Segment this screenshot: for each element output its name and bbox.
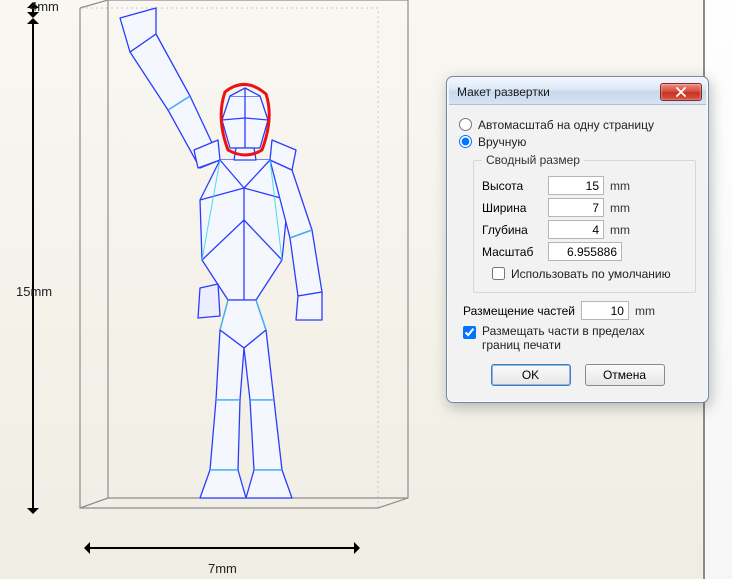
use-default-row[interactable]: Использовать по умолчанию — [492, 267, 687, 281]
size-group-legend: Сводный размер — [482, 153, 584, 167]
height-row: Высота mm — [482, 176, 687, 195]
viewport-3d[interactable]: 15mm 4mm 7mm — [0, 0, 732, 579]
depth-input[interactable] — [548, 220, 604, 239]
height-dimension-label: 15mm — [16, 284, 52, 299]
use-default-label: Использовать по умолчанию — [511, 267, 671, 281]
width-input[interactable] — [548, 198, 604, 217]
radio-autoscale[interactable] — [459, 118, 472, 131]
dialog-title: Макет развертки — [457, 85, 550, 99]
height-label: Высота — [482, 179, 542, 193]
fit-in-bounds-checkbox[interactable] — [463, 326, 476, 339]
height-arrow — [32, 22, 34, 510]
depth-dimension-label: 4mm — [30, 0, 59, 14]
height-input[interactable] — [548, 176, 604, 195]
fit-in-bounds-label: Размещать части в пределах границ печати — [482, 324, 662, 352]
width-row: Ширина mm — [482, 198, 687, 217]
part-spacing-input[interactable] — [581, 301, 629, 320]
fit-in-bounds-row[interactable]: Размещать части в пределах границ печати — [463, 324, 696, 352]
part-spacing-unit: mm — [635, 304, 659, 318]
radio-manual[interactable] — [459, 135, 472, 148]
close-icon — [675, 87, 687, 97]
width-unit: mm — [610, 201, 634, 215]
scale-input[interactable] — [548, 242, 622, 261]
depth-row: Глубина mm — [482, 220, 687, 239]
size-group: Сводный размер Высота mm Ширина mm Глуби… — [473, 153, 696, 293]
dialog-button-row: OK Отмена — [459, 364, 696, 386]
dialog-body: Автомасштаб на одну страницу Вручную Сво… — [451, 111, 704, 398]
unfold-layout-dialog: Макет развертки Автомасштаб на одну стра… — [446, 76, 709, 403]
close-button[interactable] — [660, 83, 702, 101]
depth-label: Глубина — [482, 223, 542, 237]
radio-autoscale-row[interactable]: Автомасштаб на одну страницу — [459, 118, 696, 132]
radio-autoscale-label: Автомасштаб на одну страницу — [478, 118, 654, 132]
part-spacing-row: Размещение частей mm — [463, 301, 696, 320]
scale-label: Масштаб — [482, 245, 542, 259]
width-label: Ширина — [482, 201, 542, 215]
use-default-checkbox[interactable] — [492, 267, 505, 280]
ok-button[interactable]: OK — [491, 364, 571, 386]
height-unit: mm — [610, 179, 634, 193]
scale-row: Масштаб — [482, 242, 687, 261]
depth-unit: mm — [610, 223, 634, 237]
cancel-button[interactable]: Отмена — [585, 364, 665, 386]
dialog-titlebar[interactable]: Макет развертки — [449, 79, 706, 105]
width-dimension-label: 7mm — [208, 561, 237, 576]
part-spacing-label: Размещение частей — [463, 304, 575, 318]
model-wireframe[interactable] — [60, 0, 420, 560]
radio-manual-label: Вручную — [478, 135, 526, 149]
radio-manual-row[interactable]: Вручную — [459, 135, 696, 149]
